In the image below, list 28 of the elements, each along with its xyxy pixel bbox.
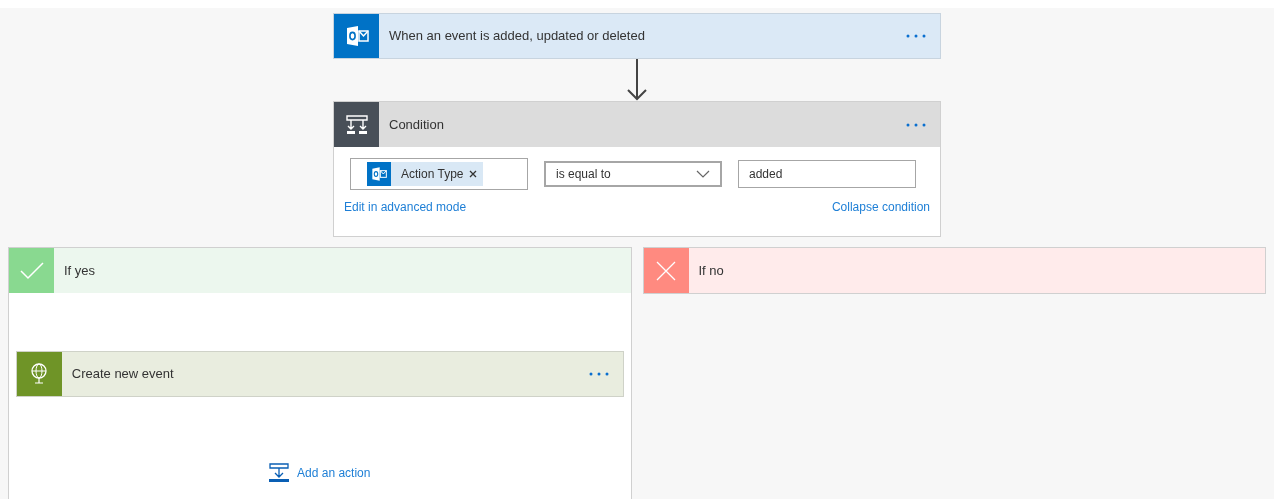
condition-title: Condition [389,115,445,134]
more-icon[interactable] [906,34,926,38]
trigger-title: When an event is added, updated or deleted [389,27,646,46]
chevron-down-icon [696,170,710,178]
action-card[interactable]: Create new event [15,351,624,397]
branch-icon [344,112,369,137]
globe-icon [29,363,50,385]
cross-icon [656,260,676,281]
trigger-card[interactable]: When an event is added, updated or deleted [333,13,941,59]
value-field[interactable]: added [738,160,916,188]
token-chip[interactable]: Action Type [367,162,484,186]
envelope-icon [371,166,387,182]
token-label: Action Type [401,166,464,183]
add-step-icon [269,463,290,483]
add-action-button[interactable]: Add an action [269,463,371,483]
close-icon[interactable] [469,170,478,178]
operator-dropdown[interactable]: is equal to [544,161,722,187]
more-icon[interactable] [906,122,926,127]
token-field[interactable]: Action Type [350,158,528,190]
branch-label: If no [698,261,724,280]
check-icon [19,261,44,280]
more-icon[interactable] [588,372,609,376]
arrow-icon [626,59,648,101]
envelope-icon [344,24,369,48]
branch-label: If yes [64,261,96,280]
action-title: Create new event [71,365,175,384]
collapse-link[interactable]: Collapse condition [831,198,930,216]
advanced-mode-link[interactable]: Edit in advanced mode [344,198,467,216]
